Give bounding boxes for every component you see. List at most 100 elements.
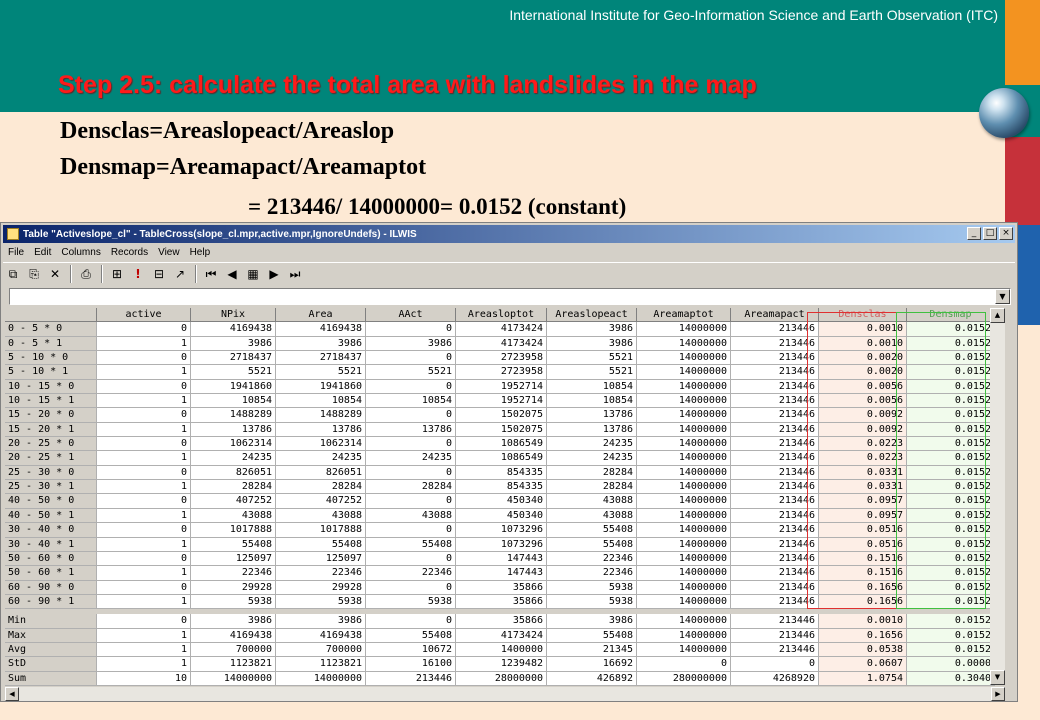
column-header-aact[interactable]: AAct xyxy=(366,308,456,323)
row-header[interactable]: Avg xyxy=(5,642,97,658)
row-header[interactable]: 50 - 60 * 0 xyxy=(5,551,97,567)
row-header[interactable]: Max xyxy=(5,628,97,643)
table-cell[interactable]: 55408 xyxy=(547,523,637,538)
table-cell[interactable]: 10854 xyxy=(276,394,366,409)
table-cell[interactable]: 0.0020 xyxy=(819,351,907,366)
table-cell[interactable]: 0.1516 xyxy=(819,566,907,581)
row-header[interactable]: Min xyxy=(5,614,97,629)
table-cell[interactable]: 1086549 xyxy=(456,437,547,452)
table-cell[interactable]: 14000000 xyxy=(637,408,731,423)
table-cell[interactable]: 0 xyxy=(97,580,191,595)
table-cell[interactable]: 213446 xyxy=(731,422,819,438)
table-cell[interactable]: 1 xyxy=(97,594,191,610)
table-cell[interactable]: 0.0000 xyxy=(907,657,995,672)
column-header-area[interactable]: Area xyxy=(276,308,366,323)
maximize-button[interactable]: □ xyxy=(983,227,997,240)
table-cell[interactable]: 24235 xyxy=(366,451,456,466)
table-cell[interactable]: 43088 xyxy=(547,494,637,509)
row-header[interactable]: 20 - 25 * 0 xyxy=(5,437,97,452)
table-cell[interactable]: 1 xyxy=(97,642,191,658)
table-cell[interactable]: 854335 xyxy=(456,465,547,481)
table-cell[interactable]: 35866 xyxy=(456,614,547,629)
table-cell[interactable]: 0.0331 xyxy=(819,480,907,495)
table-cell[interactable]: 4173424 xyxy=(456,336,547,352)
table-cell[interactable]: 1123821 xyxy=(191,657,276,672)
table-cell[interactable]: 14000000 xyxy=(637,465,731,481)
table-cell[interactable]: 213446 xyxy=(731,394,819,409)
row-header[interactable]: 0 - 5 * 0 xyxy=(5,322,97,337)
table-cell[interactable]: 213446 xyxy=(731,408,819,423)
table-cell[interactable]: 0.0010 xyxy=(819,336,907,352)
table-cell[interactable]: 213446 xyxy=(731,494,819,509)
table-cell[interactable]: 4169438 xyxy=(276,628,366,643)
table-cell[interactable]: 14000000 xyxy=(637,422,731,438)
table-cell[interactable]: 1941860 xyxy=(191,379,276,395)
table-cell[interactable]: 0.1656 xyxy=(819,580,907,595)
table-cell[interactable]: 10 xyxy=(97,671,191,686)
table-cell[interactable]: 0.0152 xyxy=(907,642,995,658)
table-cell[interactable]: 22346 xyxy=(547,551,637,567)
table-cell[interactable]: 13786 xyxy=(276,422,366,438)
table-cell[interactable]: 2723958 xyxy=(456,365,547,380)
table-cell[interactable]: 1 xyxy=(97,537,191,552)
row-header[interactable]: 60 - 90 * 1 xyxy=(5,594,97,610)
table-cell[interactable]: 4169438 xyxy=(276,322,366,337)
table-cell[interactable]: 407252 xyxy=(191,494,276,509)
row-header[interactable]: 30 - 40 * 0 xyxy=(5,523,97,538)
row-header[interactable]: 20 - 25 * 1 xyxy=(5,451,97,466)
table-cell[interactable]: 0.0152 xyxy=(907,451,995,466)
table-cell[interactable]: 14000000 xyxy=(637,594,731,610)
column-header-areamapact[interactable]: Areamapact xyxy=(731,308,819,323)
scroll-left-icon[interactable]: ◀ xyxy=(5,687,19,701)
table-cell[interactable]: 4169438 xyxy=(191,628,276,643)
table-cell[interactable]: 14000000 xyxy=(276,671,366,686)
table-cell[interactable]: 1941860 xyxy=(276,379,366,395)
table-cell[interactable]: 0 xyxy=(97,322,191,337)
table-cell[interactable]: 0.0010 xyxy=(819,614,907,629)
table-cell[interactable]: 43088 xyxy=(366,508,456,524)
table-cell[interactable]: 125097 xyxy=(276,551,366,567)
table-cell[interactable]: 5938 xyxy=(366,594,456,610)
table-cell[interactable]: 213446 xyxy=(731,523,819,538)
table-cell[interactable]: 14000000 xyxy=(637,614,731,629)
row-header[interactable]: 0 - 5 * 1 xyxy=(5,336,97,352)
table-cell[interactable]: 14000000 xyxy=(191,671,276,686)
table-cell[interactable]: 0.0152 xyxy=(907,580,995,595)
table-cell[interactable]: 0.0152 xyxy=(907,408,995,423)
next-record-icon[interactable]: ▶ xyxy=(264,264,284,284)
table-cell[interactable]: 0.1516 xyxy=(819,551,907,567)
table-cell[interactable]: 1 xyxy=(97,480,191,495)
delete-icon[interactable]: ✕ xyxy=(45,264,65,284)
table-cell[interactable]: 3986 xyxy=(547,614,637,629)
table-cell[interactable]: 24235 xyxy=(547,451,637,466)
table-cell[interactable]: 55408 xyxy=(547,628,637,643)
table-cell[interactable]: 1 xyxy=(97,422,191,438)
table-cell[interactable]: 14000000 xyxy=(637,336,731,352)
table-cell[interactable]: 14000000 xyxy=(637,379,731,395)
table-cell[interactable]: 213446 xyxy=(366,671,456,686)
menu-records[interactable]: Records xyxy=(106,247,153,258)
table-cell[interactable]: 14000000 xyxy=(637,537,731,552)
menu-edit[interactable]: Edit xyxy=(29,247,56,258)
table-cell[interactable]: 700000 xyxy=(276,642,366,658)
table-cell[interactable]: 1 xyxy=(97,566,191,581)
table-cell[interactable]: 0 xyxy=(97,614,191,629)
table-cell[interactable]: 55408 xyxy=(366,628,456,643)
table-cell[interactable]: 5938 xyxy=(547,594,637,610)
table-cell[interactable]: 55408 xyxy=(366,537,456,552)
table-cell[interactable]: 0.0152 xyxy=(907,628,995,643)
table-cell[interactable]: 0.0010 xyxy=(819,322,907,337)
table-cell[interactable]: 1 xyxy=(97,508,191,524)
table-cell[interactable]: 24235 xyxy=(191,451,276,466)
row-header[interactable]: 5 - 10 * 1 xyxy=(5,365,97,380)
table-cell[interactable]: 1073296 xyxy=(456,523,547,538)
table-cell[interactable]: 0 xyxy=(97,494,191,509)
table-cell[interactable]: 14000000 xyxy=(637,437,731,452)
row-header[interactable]: 30 - 40 * 1 xyxy=(5,537,97,552)
table-cell[interactable]: 1.0754 xyxy=(819,671,907,686)
menu-help[interactable]: Help xyxy=(185,247,216,258)
table-cell[interactable]: 0.0092 xyxy=(819,422,907,438)
table-cell[interactable]: 10672 xyxy=(366,642,456,658)
table-cell[interactable]: 0.3040 xyxy=(907,671,995,686)
table-cell[interactable]: 213446 xyxy=(731,351,819,366)
